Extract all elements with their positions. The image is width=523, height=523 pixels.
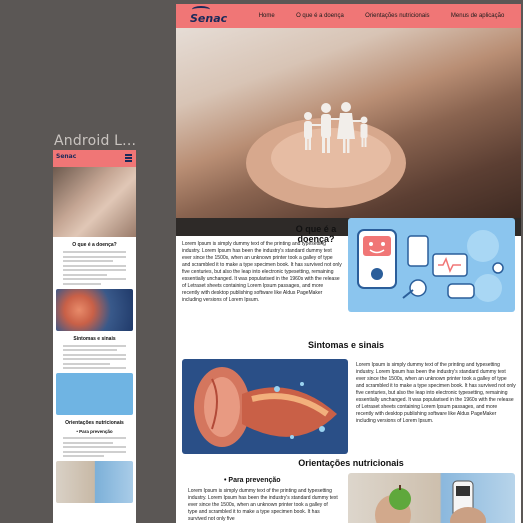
mobile-symptoms-text	[63, 344, 126, 369]
glucometer-icon	[357, 229, 504, 302]
hero-family-hands-image	[176, 28, 521, 218]
mobile-logo[interactable]: Senac	[56, 153, 76, 160]
mobile-section-nutrition-title: Orientações nutricionais	[65, 420, 124, 426]
mobile-hero-image	[53, 167, 136, 237]
desktop-frame: Senac Home O que é a doença Orientações …	[176, 4, 521, 523]
section-nutrition-title: Orientações nutricionais	[298, 458, 404, 468]
mobile-diabetes-illustration	[56, 373, 133, 415]
mobile-disease-text	[63, 251, 126, 285]
mobile-lung-illustration	[56, 288, 133, 331]
mobile-frame: Senac O que é a doença? Sintomas e sinai…	[53, 150, 136, 523]
nav-home[interactable]: Home	[259, 13, 275, 19]
hamburger-menu-icon[interactable]	[125, 154, 132, 162]
diabetes-illustration	[348, 218, 515, 312]
frame-label[interactable]: Android L...	[54, 133, 136, 149]
section-symptoms-text: Lorem Ipsum is simply dummy text of the …	[356, 362, 516, 424]
nav-app-menus[interactable]: Menus de aplicação	[451, 13, 504, 19]
mobile-food-photo	[56, 461, 133, 503]
mobile-navbar: Senac	[53, 150, 136, 167]
desktop-navbar: Senac Home O que é a doença Orientações …	[176, 4, 521, 28]
nav-disease[interactable]: O que é a doença	[296, 13, 344, 19]
prevention-subtitle: • Para prevenção	[224, 477, 281, 484]
apple-glucometer-photo	[348, 473, 515, 523]
apple-icon	[375, 480, 486, 523]
mobile-prevention-bullet: • Para prevenção	[76, 429, 113, 434]
section-disease-text: Lorem Ipsum is simply dummy text of the …	[182, 241, 342, 303]
section-symptoms-title: Sintomas e sinais	[307, 340, 385, 350]
lung-icon	[194, 367, 337, 447]
mobile-section-disease-title: O que é a doença?	[72, 242, 117, 248]
nav-nutrition[interactable]: Orientações nutricionais	[365, 13, 429, 19]
paper-family-icon	[304, 102, 368, 153]
lungs-illustration	[182, 359, 348, 454]
mobile-section-symptoms-title: Sintomas e sinais	[73, 335, 116, 342]
nav-links: Home O que é a doença Orientações nutric…	[248, 4, 515, 28]
mobile-nutrition-text	[63, 437, 126, 457]
desktop-logo[interactable]: Senac	[190, 12, 227, 25]
section-nutrition-text: Lorem Ipsum is simply dummy text of the …	[188, 488, 338, 522]
